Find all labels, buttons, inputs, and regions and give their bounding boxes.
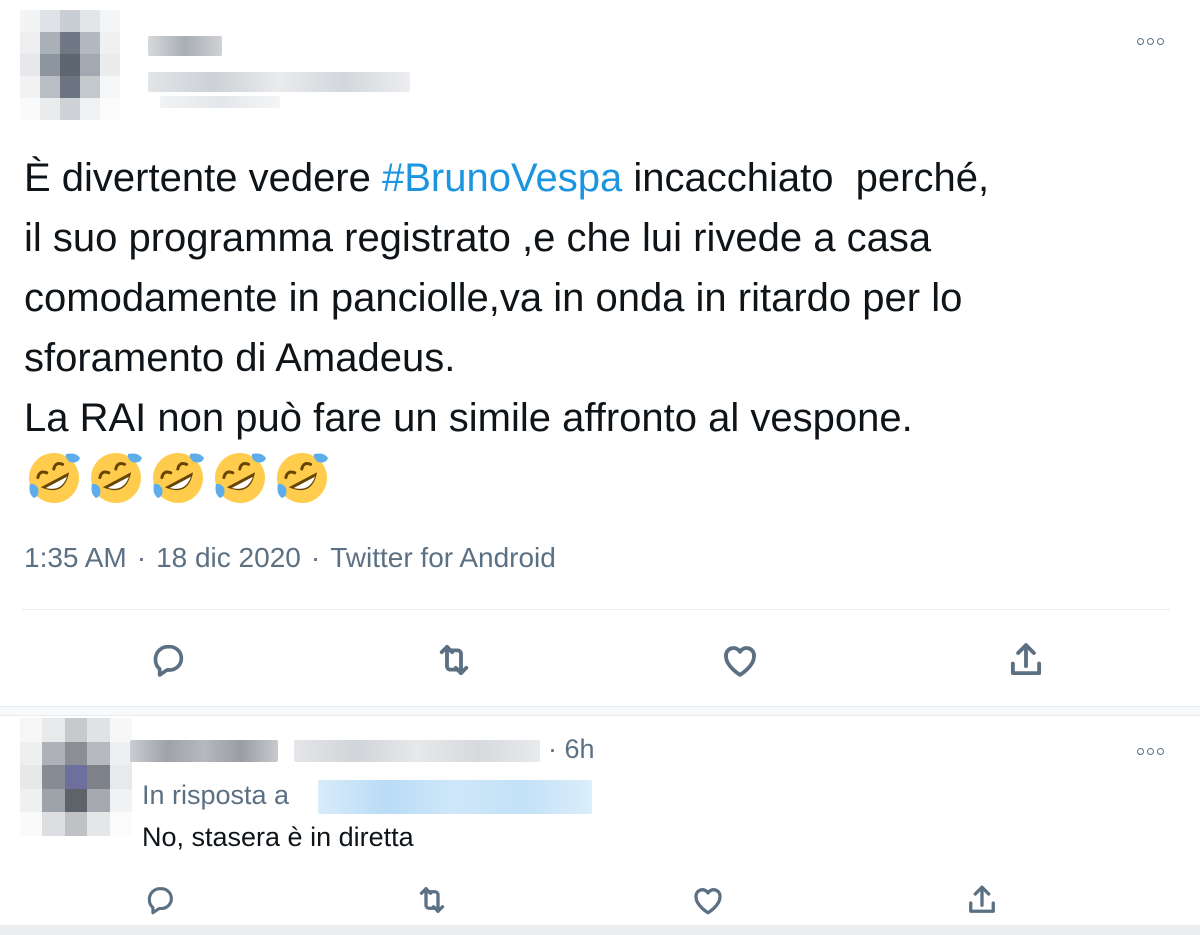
hashtag-link[interactable]: #BrunoVespa bbox=[382, 156, 622, 200]
reply-like-button[interactable] bbox=[688, 880, 728, 920]
thread-separator bbox=[0, 706, 1200, 716]
bottom-separator bbox=[0, 925, 1200, 935]
share-button[interactable] bbox=[1002, 636, 1050, 684]
divider bbox=[22, 609, 1170, 610]
emoji-row bbox=[26, 450, 330, 506]
tweet-meta: 1:35 AM · 18 dic 2020 · Twitter for Andr… bbox=[24, 542, 556, 574]
rolling-on-floor-laughing-icon bbox=[150, 450, 206, 506]
share-icon bbox=[969, 885, 995, 913]
reply-icon bbox=[147, 887, 173, 915]
meta-separator: · bbox=[136, 542, 147, 573]
rolling-on-floor-laughing-icon bbox=[274, 450, 330, 506]
reply-retweet-button[interactable] bbox=[412, 880, 452, 920]
avatar[interactable] bbox=[20, 10, 120, 120]
rolling-on-floor-laughing-icon bbox=[212, 450, 268, 506]
reply-author-name[interactable] bbox=[130, 740, 278, 762]
author-name[interactable] bbox=[148, 36, 222, 56]
tweet-source[interactable]: Twitter for Android bbox=[330, 542, 556, 574]
tweet-time[interactable]: 1:35 AM bbox=[24, 542, 127, 574]
replying-to-handle[interactable] bbox=[318, 780, 592, 814]
retweet-button[interactable] bbox=[430, 636, 478, 684]
reply-author-handle[interactable] bbox=[294, 740, 540, 762]
meta-separator: · bbox=[310, 542, 321, 573]
author-handle-shadow bbox=[160, 96, 280, 108]
reply-time[interactable]: · 6h bbox=[548, 734, 595, 765]
reply-reply-button[interactable] bbox=[140, 880, 180, 920]
rolling-on-floor-laughing-icon bbox=[88, 450, 144, 506]
share-icon bbox=[1010, 643, 1042, 676]
reply-share-button[interactable] bbox=[962, 880, 1002, 920]
like-icon bbox=[694, 888, 722, 915]
reply-button[interactable] bbox=[144, 636, 192, 684]
more-options-icon[interactable] bbox=[1132, 34, 1168, 48]
reply-avatar[interactable] bbox=[20, 718, 132, 836]
tweet-text: È divertente vedere #BrunoVespa incacchi… bbox=[24, 148, 1174, 448]
like-button[interactable] bbox=[716, 636, 764, 684]
retweet-icon bbox=[419, 887, 445, 913]
reply-text: No, stasera è in diretta bbox=[142, 822, 414, 852]
reply-icon bbox=[153, 644, 184, 677]
tweet-text-start: È divertente vedere bbox=[24, 156, 382, 200]
retweet-icon bbox=[439, 644, 469, 676]
tweet-date[interactable]: 18 dic 2020 bbox=[156, 542, 301, 574]
author-handle[interactable] bbox=[148, 72, 410, 92]
like-icon bbox=[724, 646, 756, 677]
rolling-on-floor-laughing-icon bbox=[26, 450, 82, 506]
reply-more-options-icon[interactable] bbox=[1132, 744, 1168, 758]
replying-to-label: In risposta a bbox=[142, 780, 290, 810]
